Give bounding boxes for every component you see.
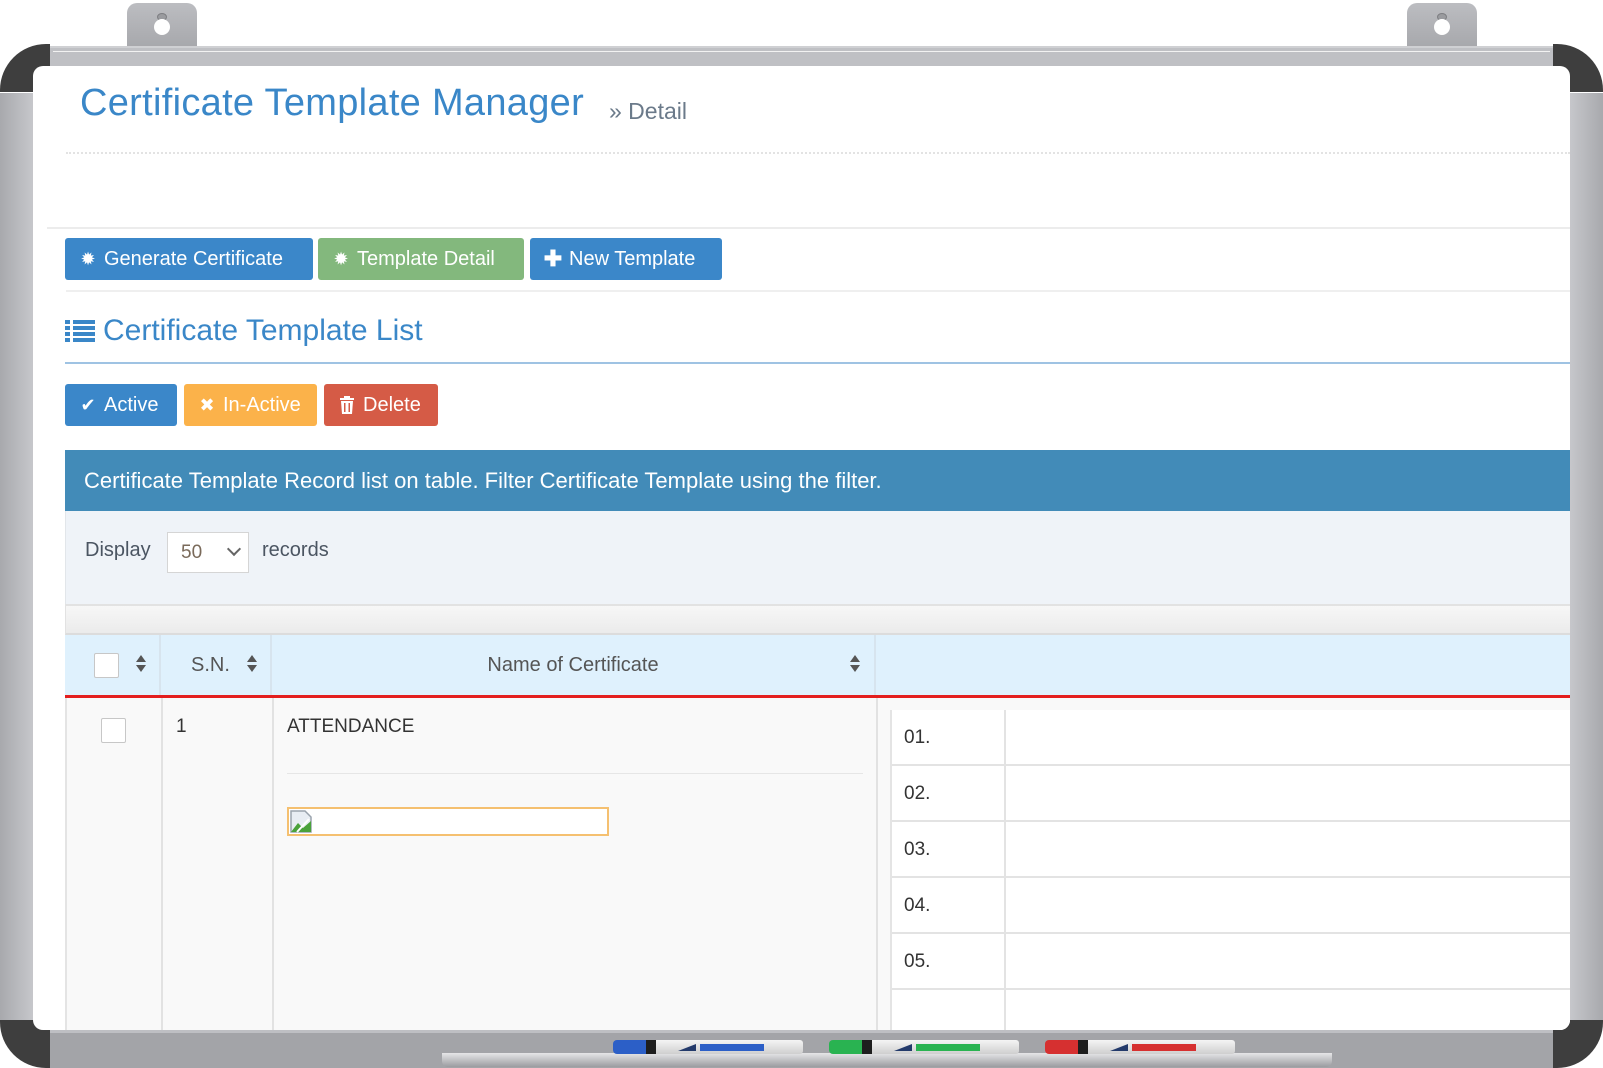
generate-certificate-button[interactable]: ✹ Generate Certificate — [65, 238, 313, 280]
page-size-value: 50 — [181, 541, 203, 563]
delete-label: Delete — [363, 393, 421, 416]
column-header-extra — [876, 635, 1570, 696]
template-detail-button[interactable]: ✹ Template Detail — [318, 238, 524, 280]
table-row: 1 ATTENDANCE 01. 02. 03. 04. 05. — [65, 698, 1570, 1030]
info-banner: Certificate Template Record list on tabl… — [65, 450, 1570, 511]
green-marker-icon — [829, 1040, 1019, 1054]
field-number: 02. — [904, 783, 931, 804]
new-template-button[interactable]: ✚ New Template — [530, 238, 722, 280]
divider — [66, 152, 1570, 154]
board-frame-right — [1570, 93, 1603, 1020]
field-row: 05. — [892, 934, 1570, 990]
field-row: 03. — [892, 822, 1570, 878]
broken-image-icon — [290, 810, 312, 833]
field-number: 05. — [904, 951, 931, 972]
page-title: Certificate Template Manager — [80, 82, 585, 124]
info-banner-text: Certificate Template Record list on tabl… — [84, 467, 882, 493]
hanger-hole — [1434, 19, 1450, 35]
new-template-label: New Template — [569, 247, 696, 270]
trash-icon — [337, 395, 357, 415]
column-header-sn[interactable]: S.N. — [161, 635, 272, 696]
hanger-hole — [154, 19, 170, 35]
table-filter: Display 50 records — [65, 511, 1570, 604]
certificate-preview-image[interactable] — [287, 807, 609, 836]
deactivate-label: In-Active — [223, 393, 301, 416]
field-number: 03. — [904, 839, 931, 860]
board-hanger-right — [1407, 3, 1477, 49]
board-content: Certificate Template Manager » Detail ✹ … — [33, 66, 1570, 1030]
generate-certificate-label: Generate Certificate — [104, 247, 283, 270]
column-divider — [161, 698, 163, 1030]
certificate-name: ATTENDANCE — [287, 716, 415, 737]
chevron-down-icon — [226, 541, 242, 557]
board-frame-left — [0, 93, 33, 1020]
records-label: records — [262, 539, 329, 561]
table-toolbar — [65, 604, 1570, 635]
field-row: 01. — [892, 710, 1570, 766]
sort-icon[interactable] — [246, 655, 258, 673]
select-all-checkbox[interactable] — [94, 653, 119, 678]
divider — [47, 227, 1570, 229]
check-icon: ✔ — [80, 395, 96, 415]
sort-icon[interactable] — [135, 655, 147, 673]
plus-icon: ✚ — [543, 246, 563, 271]
row-checkbox[interactable] — [101, 718, 126, 743]
activate-button[interactable]: ✔ Active — [65, 384, 177, 426]
red-marker-icon — [1045, 1040, 1235, 1054]
field-number: 04. — [904, 895, 931, 916]
field-number: 01. — [904, 727, 931, 748]
field-row: 02. — [892, 766, 1570, 822]
column-divider — [876, 698, 878, 1030]
section-title: Certificate Template List — [65, 314, 423, 348]
breadcrumb: » Detail — [609, 98, 687, 124]
sort-icon[interactable] — [849, 655, 861, 673]
template-detail-label: Template Detail — [357, 247, 495, 270]
activate-label: Active — [104, 393, 159, 416]
column-header-label: S.N. — [191, 654, 230, 676]
blue-marker-icon — [613, 1040, 803, 1054]
deactivate-button[interactable]: ✖ In-Active — [184, 384, 317, 426]
section-title-text: Certificate Template List — [103, 314, 423, 347]
certificate-icon: ✹ — [80, 249, 96, 269]
table-header: S.N. Name of Certificate — [65, 635, 1570, 696]
column-header-label: Name of Certificate — [487, 654, 659, 676]
board-frame-top — [49, 46, 1554, 66]
marker-tray — [442, 1053, 1332, 1067]
column-header-select[interactable] — [65, 635, 161, 696]
close-icon: ✖ — [199, 395, 215, 415]
column-header-name[interactable]: Name of Certificate — [272, 635, 876, 696]
column-divider — [272, 698, 274, 1030]
template-fields-table: 01. 02. 03. 04. 05. — [890, 710, 1570, 1030]
page-size-select[interactable]: 50 — [167, 532, 249, 573]
field-row — [892, 990, 1570, 1030]
divider — [65, 362, 1570, 364]
board-hanger-left — [127, 3, 197, 49]
row-sn: 1 — [176, 716, 187, 737]
list-icon — [65, 319, 95, 343]
field-row: 04. — [892, 878, 1570, 934]
delete-button[interactable]: Delete — [324, 384, 438, 426]
divider — [287, 773, 863, 774]
divider — [66, 290, 1570, 292]
display-label: Display — [85, 539, 151, 561]
certificate-icon: ✹ — [333, 249, 349, 269]
